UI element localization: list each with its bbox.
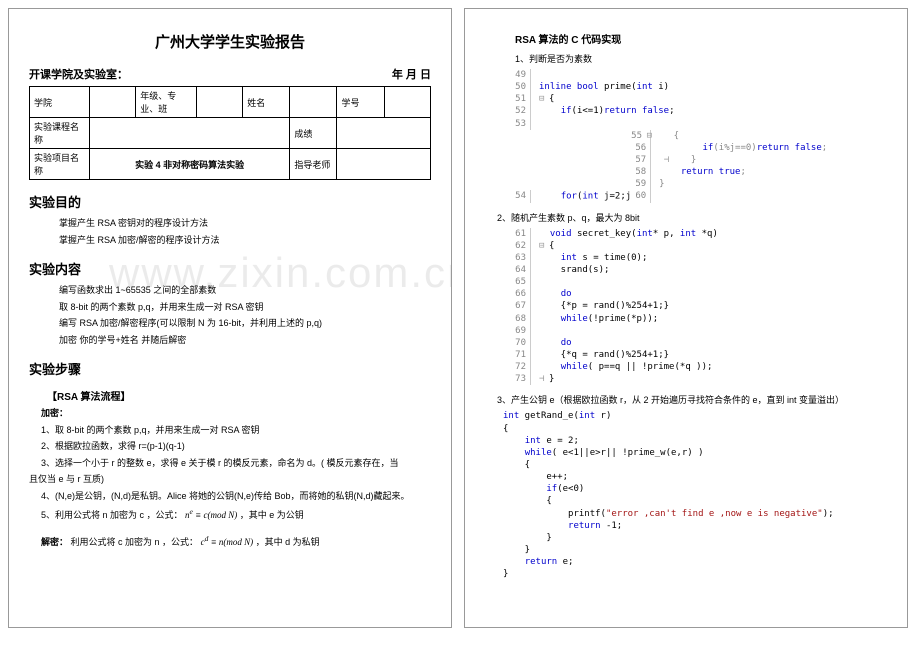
doc-title: 广州大学学生实验报告	[29, 31, 431, 52]
head-left: 开课学院及实验室：	[29, 66, 128, 82]
cell: 成绩	[290, 118, 337, 149]
cell: 实验项目名称	[30, 149, 90, 180]
cell	[89, 118, 289, 149]
info-table: 学院 年级、专业、班 姓名 学号 实验课程名称 成绩 实验项目名称 实验 4 非…	[29, 86, 431, 180]
sub: 1、判断是否为素数	[515, 52, 887, 65]
cell: 学号	[337, 87, 384, 118]
cell	[196, 87, 242, 118]
sub: 2、随机产生素数 p、q，最大为 8bit	[497, 211, 887, 224]
t: ，其中 e 为公钥	[240, 510, 304, 520]
cell: 年级、专业、班	[136, 87, 197, 118]
cell	[337, 149, 431, 180]
t: 利用公式将 c 加密为 n ，公式：	[71, 537, 199, 547]
cell: 实验 4 非对称密码算法实验	[89, 149, 289, 180]
sub: 3、产生公钥 e（根据欧拉函数 r，从 2 开始遍历寻找符合条件的 e，直到 i…	[497, 393, 887, 406]
para: 取 8-bit 的两个素数 p,q，并用来生成一对 RSA 密钥	[59, 301, 431, 315]
formula: ne ≡ c(mod N)	[185, 510, 237, 520]
head-right: 年 月 日	[392, 66, 431, 82]
formula: cd ≡ n(mod N)	[201, 537, 254, 547]
t: 5、利用公式将 n 加密为 c ，公式：	[41, 510, 183, 520]
sub-title: 【RSA 算法流程】	[47, 388, 431, 403]
para: 3、选择一个小于 r 的整数 e，求得 e 关于模 r 的模反元素，命名为 d。…	[41, 457, 431, 471]
cell: 指导老师	[290, 149, 337, 180]
head-line: 开课学院及实验室： 年 月 日	[29, 66, 431, 82]
cell	[384, 87, 430, 118]
cell	[89, 87, 135, 118]
para: 且仅当 e 与 r 互质)	[29, 473, 431, 487]
section-title: 实验步骤	[29, 359, 431, 378]
para: 5、利用公式将 n 加密为 c ，公式： ne ≡ c(mod N) ，其中 e…	[41, 506, 431, 523]
code-block-1: 49 50inline bool prime(int i) 51⊟{ 52 if…	[511, 69, 887, 203]
para: 1、取 8-bit 的两个素数 p,q，并用来生成一对 RSA 密钥	[41, 424, 431, 438]
code-block-2: 61 void secret_key(int* p, int *q) 62⊟{ …	[511, 228, 887, 386]
cell: 实验课程名称	[30, 118, 90, 149]
para: 加密 你的学号+姓名 并随后解密	[59, 334, 431, 348]
para: 解密： 利用公式将 c 加密为 n ，公式： cd ≡ n(mod N) ，其中…	[41, 533, 431, 550]
page-left: 广州大学学生实验报告 开课学院及实验室： 年 月 日 学院 年级、专业、班 姓名…	[8, 8, 452, 628]
enc-title: 加密：	[41, 407, 431, 421]
section-title: 实验目的	[29, 192, 431, 211]
code-block-3: int getRand_e(int r) { int e = 2; while(…	[503, 410, 887, 580]
para: 编写 RSA 加密/解密程序(可以限制 N 为 16-bit，并利用上述的 p,…	[59, 317, 431, 331]
cell: 学院	[30, 87, 90, 118]
dec-title: 解密：	[41, 537, 68, 547]
section-title: 实验内容	[29, 259, 431, 278]
t: ，其中 d 为私钥	[256, 537, 320, 547]
cell: 姓名	[243, 87, 290, 118]
para: 编写函数求出 1~65535 之间的全部素数	[59, 284, 431, 298]
cell	[337, 118, 431, 149]
para: 4、(N,e)是公钥，(N,d)是私钥。Alice 将她的公钥(N,e)传给 B…	[41, 490, 431, 504]
section-title: RSA 算法的 C 代码实现	[515, 31, 887, 46]
cell	[290, 87, 337, 118]
para: 2、根据欧拉函数，求得 r=(p-1)(q-1)	[41, 440, 431, 454]
page-right: RSA 算法的 C 代码实现 1、判断是否为素数 49 50inline boo…	[464, 8, 908, 628]
para: 掌握产生 RSA 密钥对的程序设计方法	[59, 217, 431, 231]
para: 掌握产生 RSA 加密/解密的程序设计方法	[59, 234, 431, 248]
